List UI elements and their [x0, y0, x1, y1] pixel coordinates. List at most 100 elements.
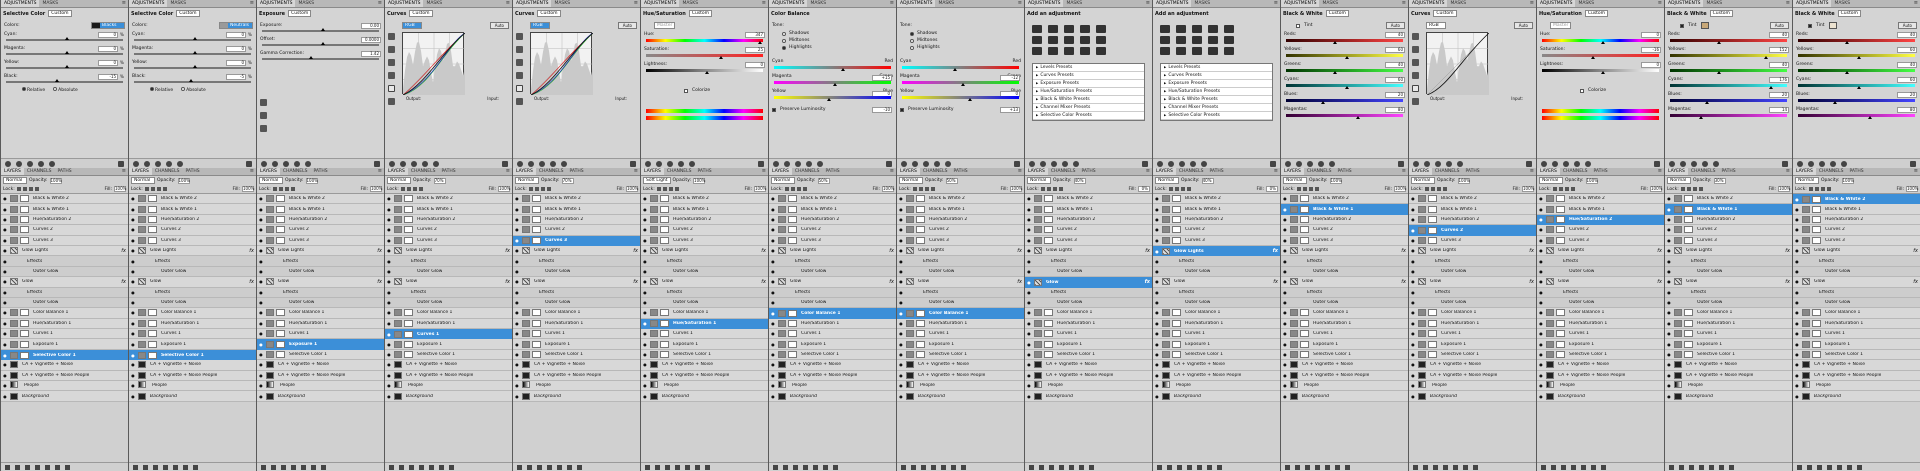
layer-row[interactable]: CA + Vignette + Noise: [1793, 360, 1920, 371]
layer-row[interactable]: Black & White 1: [1409, 204, 1536, 215]
layer-row[interactable]: CA + Vignette + Noise: [1537, 360, 1664, 371]
slider-value-field[interactable]: 0: [745, 61, 765, 68]
footer-reset-icon[interactable]: [561, 160, 567, 167]
footer-reset-icon[interactable]: [433, 160, 439, 167]
visibility-eye-icon[interactable]: [1665, 342, 1673, 347]
point-edit-icon[interactable]: [1412, 85, 1419, 92]
footer-reset-icon[interactable]: [1585, 160, 1591, 167]
visibility-eye-icon[interactable]: [1665, 196, 1673, 201]
slider-track[interactable]: [262, 42, 379, 46]
slider-value-field[interactable]: 40: [1897, 31, 1917, 38]
visibility-eye-icon[interactable]: [1793, 394, 1801, 399]
slider-knob[interactable]: [1600, 41, 1605, 44]
mask-icon[interactable]: [409, 464, 414, 470]
tab-paths[interactable]: PATHS: [1078, 168, 1098, 175]
tab-channels[interactable]: CHANNELS: [1048, 168, 1079, 175]
lock-move-icon[interactable]: [668, 187, 673, 191]
slider-knob[interactable]: [64, 37, 69, 40]
mask-icon[interactable]: [1817, 464, 1822, 470]
layer-outer-glow-row[interactable]: Outer Glow: [1025, 266, 1152, 278]
visibility-eye-icon[interactable]: [1025, 280, 1033, 285]
layer-row[interactable]: Glowfx: [769, 277, 896, 288]
layer-row[interactable]: Hue/Saturation 2: [1153, 214, 1280, 226]
layer-effects-row[interactable]: Effects: [1665, 287, 1792, 298]
layer-row[interactable]: Exposure 1: [1793, 339, 1920, 350]
tab-masks[interactable]: MASKS: [935, 0, 957, 7]
layer-effects-row[interactable]: Effects: [897, 287, 1024, 298]
visibility-eye-icon[interactable]: [1153, 238, 1161, 243]
lock-move-icon[interactable]: [284, 187, 289, 191]
lock-transparent-icon[interactable]: [784, 187, 789, 191]
visibility-eye-icon[interactable]: [897, 342, 905, 347]
layer-row[interactable]: Curves 3: [1153, 235, 1280, 246]
blend-mode-select[interactable]: Normal: [259, 177, 283, 184]
tone-radio[interactable]: [782, 45, 786, 50]
visibility-eye-icon[interactable]: [1665, 321, 1673, 326]
visibility-eye-icon[interactable]: [1537, 352, 1545, 357]
visibility-eye-icon[interactable]: [1153, 290, 1161, 295]
slider-knob[interactable]: [1833, 101, 1838, 104]
slider-value-field[interactable]: -5: [226, 73, 246, 80]
fill-field[interactable]: 100%: [1394, 186, 1406, 192]
footer-eye-icon[interactable]: [1062, 160, 1068, 167]
visibility-eye-icon[interactable]: [1, 290, 9, 295]
panel-menu-icon[interactable]: ≡: [1786, 168, 1792, 175]
mask-icon[interactable]: [1561, 464, 1566, 470]
preset-select[interactable]: Custom: [1584, 10, 1609, 17]
slider-knob[interactable]: [1699, 116, 1704, 119]
channel-select[interactable]: RGB: [1426, 22, 1446, 29]
layer-row[interactable]: People: [1025, 380, 1152, 392]
layer-row[interactable]: Color Balance 1: [129, 308, 256, 319]
footer-reset-icon[interactable]: [1201, 160, 1207, 167]
layer-fx-icon[interactable]: fx: [505, 248, 512, 254]
mask-icon[interactable]: [1049, 464, 1054, 470]
lock-paint-icon[interactable]: [1046, 187, 1051, 191]
visibility-eye-icon[interactable]: [897, 321, 905, 326]
preset-item[interactable]: Channel Mixer Presets: [1161, 104, 1272, 112]
layer-row[interactable]: Black & White 1: [257, 204, 384, 215]
visibility-eye-icon[interactable]: [1, 331, 9, 336]
gradient-slider-track[interactable]: [1286, 69, 1403, 74]
visibility-eye-icon[interactable]: [385, 300, 393, 305]
slider-value-field[interactable]: 0: [1641, 61, 1661, 68]
layer-outer-glow-row[interactable]: Outer Glow: [1025, 297, 1152, 309]
layer-row[interactable]: Hue/Saturation 1: [1409, 318, 1536, 330]
gradient-slider-track[interactable]: [646, 39, 763, 44]
lock-transparent-icon[interactable]: [1680, 187, 1685, 191]
blend-mode-select[interactable]: Normal: [1155, 177, 1179, 184]
colors-select[interactable]: Neutrals: [219, 22, 253, 29]
radio-dot[interactable]: [53, 87, 58, 91]
visibility-eye-icon[interactable]: [1537, 383, 1545, 388]
group-icon[interactable]: [429, 464, 434, 470]
layer-fx-icon[interactable]: fx: [121, 279, 128, 285]
visibility-eye-icon[interactable]: [1, 394, 9, 399]
layer-outer-glow-row[interactable]: Outer Glow: [1281, 297, 1408, 309]
slider-value-field[interactable]: 20: [1769, 91, 1789, 98]
visibility-eye-icon[interactable]: [257, 259, 265, 264]
layer-row[interactable]: Glow Lightsfx: [513, 245, 640, 257]
white-eyedropper-icon[interactable]: [388, 72, 395, 79]
layer-outer-glow-row[interactable]: Outer Glow: [257, 297, 384, 309]
tint-swatch[interactable]: [1829, 22, 1838, 29]
panel-menu-icon[interactable]: ≡: [1146, 168, 1152, 175]
visibility-eye-icon[interactable]: [641, 207, 649, 212]
layer-row[interactable]: Curves 1: [641, 329, 768, 340]
selectivecolor-icon[interactable]: [1224, 47, 1234, 55]
visibility-eye-icon[interactable]: [257, 394, 265, 399]
layer-fx-icon[interactable]: fx: [761, 279, 768, 285]
layer-row[interactable]: Background: [1793, 391, 1920, 402]
slider-value-field[interactable]: 0: [1641, 31, 1661, 38]
footer-expand-icon[interactable]: [528, 160, 534, 167]
panel-menu-icon[interactable]: ≡: [1658, 0, 1664, 7]
link-icon[interactable]: [1029, 464, 1034, 470]
preset-select[interactable]: Custom: [48, 10, 72, 17]
layer-row[interactable]: Curves 3: [1537, 235, 1664, 246]
visibility-eye-icon[interactable]: [129, 269, 137, 274]
slider-knob[interactable]: [64, 65, 69, 68]
visibility-eye-icon[interactable]: [257, 238, 265, 243]
visibility-eye-icon[interactable]: [1409, 362, 1417, 367]
layer-outer-glow-row[interactable]: Outer Glow: [641, 297, 768, 309]
footer-trash-icon[interactable]: [1526, 160, 1532, 167]
footer-reset-icon[interactable]: [1073, 160, 1079, 167]
layer-row[interactable]: Color Balance 1: [1153, 308, 1280, 319]
